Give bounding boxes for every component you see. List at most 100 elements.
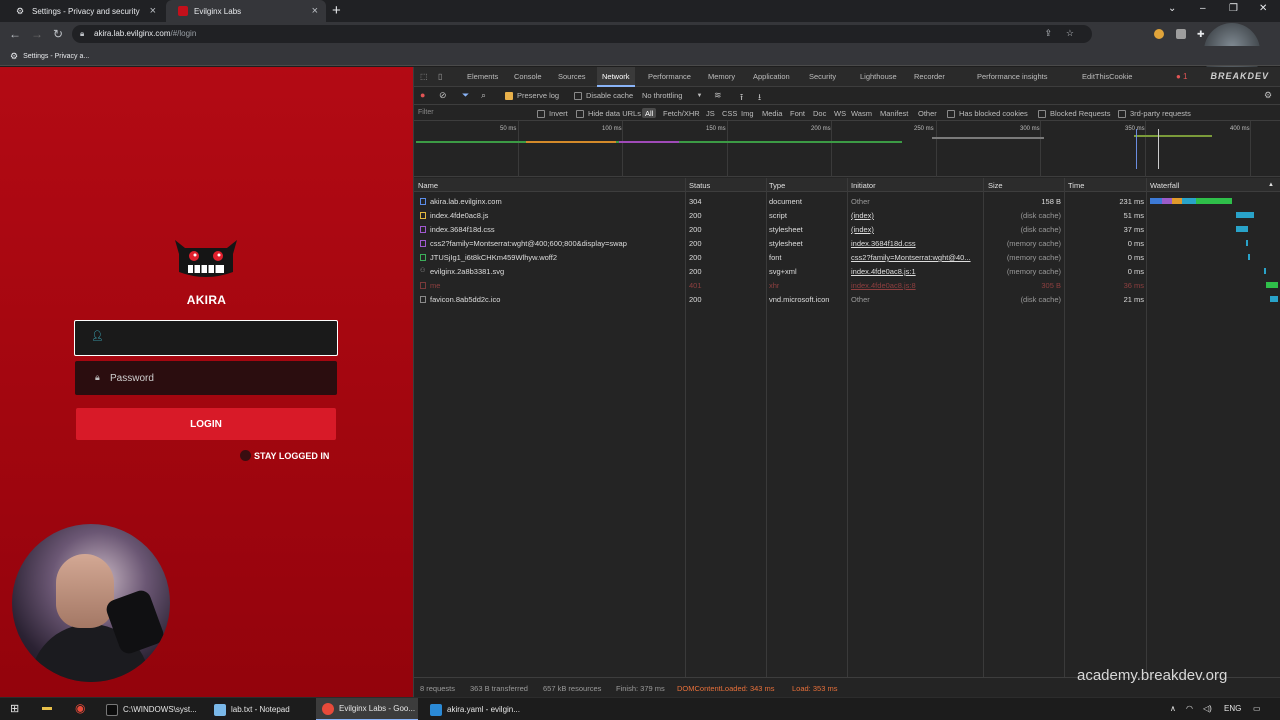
tray-up-arrow-icon[interactable]: ∧ <box>1170 704 1176 713</box>
blocked-requests-checkbox[interactable]: Blocked Requests <box>1038 109 1110 118</box>
throttling-select[interactable]: No throttling ▼ <box>642 91 702 100</box>
chevron-down-icon[interactable]: ⌄ <box>1168 3 1176 14</box>
reload-icon[interactable]: ↻ <box>53 27 63 41</box>
puzzle-icon[interactable]: ✚ <box>1197 29 1207 39</box>
device-toolbar-icon[interactable]: ▯ <box>438 72 442 81</box>
preserve-log-checkbox[interactable]: Preserve log <box>505 91 559 100</box>
tab-recorder[interactable]: Recorder <box>914 72 945 81</box>
lock-icon[interactable]: 🔒︎ <box>80 29 84 39</box>
taskbar-app-cmd[interactable]: C:\WINDOWS\syst... <box>100 698 202 720</box>
table-row[interactable]: JTUSjIg1_i6t8kCHKm459Wlhyw.woff2 200 fon… <box>414 250 1280 264</box>
windows-start-icon[interactable]: ⊞ <box>10 702 19 715</box>
filter-type-wasm[interactable]: Wasm <box>851 109 872 118</box>
taskbar-app-vscode[interactable]: akira.yaml - evilgin... <box>424 698 526 720</box>
clear-icon[interactable]: ⊘ <box>439 90 447 101</box>
filter-type-manifest[interactable]: Manifest <box>880 109 908 118</box>
export-har-icon[interactable]: ⭳ <box>758 90 761 106</box>
checkbox[interactable] <box>1118 109 1126 118</box>
username-field[interactable]: 👤︎ <box>74 320 338 356</box>
column-waterfall[interactable]: Waterfall <box>1150 181 1179 190</box>
tab-performance-insights[interactable]: Performance insights <box>977 72 1047 81</box>
bookmark-settings[interactable]: ⚙ Settings - Privacy a... <box>10 51 89 62</box>
new-tab-icon[interactable]: + <box>332 2 341 19</box>
restore-icon[interactable]: ❐ <box>1229 3 1238 14</box>
network-overview-timeline[interactable]: 50 ms 100 ms 150 ms 200 ms 250 ms 300 ms… <box>414 121 1280 177</box>
table-row[interactable]: akira.lab.evilginx.com 304 document Othe… <box>414 194 1280 208</box>
notifications-icon[interactable]: ▭ <box>1253 704 1261 713</box>
tab-security[interactable]: Security <box>809 72 836 81</box>
file-explorer-icon[interactable]: ▬ <box>42 702 52 713</box>
table-row[interactable]: favicon.8ab5dd2c.ico 200 vnd.microsoft.i… <box>414 292 1280 306</box>
omnibox[interactable]: 🔒︎ akira.lab.evilginx.com/#/login ⇪ ☆ <box>72 25 1092 43</box>
extension-cookie-icon[interactable] <box>1154 29 1164 39</box>
tab-elements[interactable]: Elements <box>467 72 498 81</box>
taskbar-app-notepad[interactable]: lab.txt - Notepad <box>208 698 310 720</box>
checkbox[interactable] <box>574 91 582 100</box>
column-time[interactable]: Time <box>1068 181 1084 190</box>
filter-type-font[interactable]: Font <box>790 109 805 118</box>
tab-network[interactable]: Network <box>597 67 635 87</box>
filter-type-css[interactable]: CSS <box>722 109 737 118</box>
column-size[interactable]: Size <box>988 181 1003 190</box>
filter-type-fetch[interactable]: Fetch/XHR <box>663 109 700 118</box>
error-count-icon[interactable]: ● 1 <box>1176 72 1188 81</box>
network-conditions-icon[interactable]: ≋ <box>714 90 722 101</box>
table-row[interactable]: index.3684f18d.css 200 stylesheet (index… <box>414 222 1280 236</box>
chrome-icon[interactable]: ◉ <box>75 701 85 715</box>
tab-sources[interactable]: Sources <box>558 72 586 81</box>
column-status[interactable]: Status <box>689 181 710 190</box>
stay-logged-in-toggle[interactable]: STAY LOGGED IN <box>240 450 329 461</box>
invert-checkbox[interactable]: Invert <box>537 109 568 118</box>
close-tab-icon[interactable]: × <box>150 4 156 18</box>
filter-type-doc[interactable]: Doc <box>813 109 826 118</box>
filter-icon[interactable]: ⏷ <box>462 90 469 101</box>
tab-memory[interactable]: Memory <box>708 72 735 81</box>
filter-input[interactable]: Filter <box>418 109 434 116</box>
sort-ascending-icon[interactable]: ▲ <box>1268 182 1274 188</box>
checkbox[interactable] <box>240 450 251 461</box>
column-type[interactable]: Type <box>769 181 785 190</box>
table-row[interactable]: ⚇ evilginx.2a8b3381.svg 200 svg+xml inde… <box>414 264 1280 278</box>
tab-settings[interactable]: ⚙ Settings - Privacy and security × <box>4 0 164 22</box>
filter-type-ws[interactable]: WS <box>834 109 846 118</box>
login-button[interactable]: LOGIN <box>76 408 336 440</box>
close-window-icon[interactable]: ✕ <box>1259 3 1267 14</box>
checkbox[interactable] <box>1038 109 1046 118</box>
disable-cache-checkbox[interactable]: Disable cache <box>574 91 633 100</box>
filter-type-js[interactable]: JS <box>706 109 715 118</box>
tab-evilginx-labs[interactable]: Evilginx Labs × <box>166 0 326 22</box>
has-blocked-cookies-checkbox[interactable]: Has blocked cookies <box>947 109 1028 118</box>
wifi-icon[interactable]: ◠ <box>1186 704 1193 713</box>
username-input[interactable] <box>109 330 309 346</box>
volume-icon[interactable]: ◁) <box>1203 704 1212 713</box>
password-input[interactable] <box>110 370 310 386</box>
checkbox[interactable] <box>505 91 513 100</box>
filter-type-img[interactable]: Img <box>741 109 754 118</box>
inspect-element-icon[interactable]: ⬚ <box>420 72 428 81</box>
password-field[interactable]: 🔒︎ <box>75 361 337 395</box>
tab-editthiscookie[interactable]: EditThisCookie <box>1082 72 1132 81</box>
back-icon[interactable]: ← <box>9 27 21 41</box>
third-party-checkbox[interactable]: 3rd-party requests <box>1118 109 1191 118</box>
checkbox[interactable] <box>947 109 955 118</box>
table-row[interactable]: css2?family=Montserrat:wght@400;600;800&… <box>414 236 1280 250</box>
tab-performance[interactable]: Performance <box>648 72 691 81</box>
share-icon[interactable]: ⇪ <box>1044 28 1052 39</box>
column-name[interactable]: Name <box>418 181 438 190</box>
filter-type-all[interactable]: All <box>642 108 657 118</box>
extension-icon[interactable] <box>1176 29 1186 39</box>
checkbox[interactable] <box>537 109 545 118</box>
filter-type-media[interactable]: Media <box>762 109 782 118</box>
import-har-icon[interactable]: ⭱ <box>740 90 743 106</box>
table-row[interactable]: index.4fde0ac8.js 200 script (index) (di… <box>414 208 1280 222</box>
hide-data-urls-checkbox[interactable]: Hide data URLs <box>576 109 641 118</box>
table-row[interactable]: me 401 xhr index.4fde0ac8.js:8 305 B 36 … <box>414 278 1280 292</box>
record-icon[interactable]: ● <box>420 90 425 100</box>
taskbar-app-chrome[interactable]: Evilginx Labs - Goo... <box>316 698 418 720</box>
tab-application[interactable]: Application <box>753 72 790 81</box>
checkbox[interactable] <box>576 109 584 118</box>
tab-console[interactable]: Console <box>514 72 542 81</box>
column-initiator[interactable]: Initiator <box>851 181 876 190</box>
language-indicator[interactable]: ENG <box>1224 704 1241 713</box>
filter-type-other[interactable]: Other <box>918 109 937 118</box>
